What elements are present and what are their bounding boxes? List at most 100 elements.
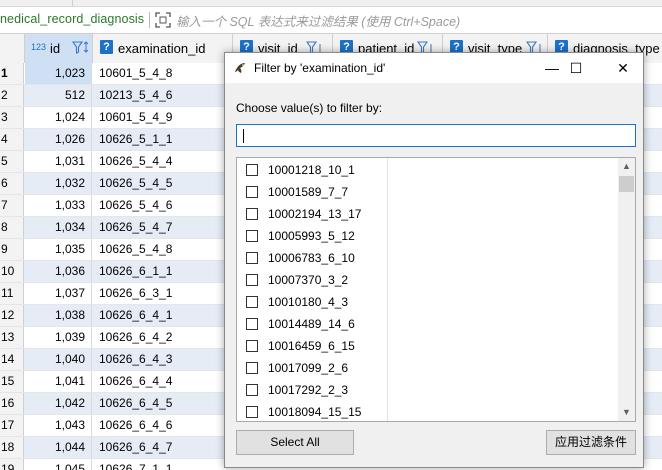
- filter-sort-icon[interactable]: [72, 41, 88, 55]
- value-option-label: 10002194_13_17: [268, 207, 362, 221]
- value-option-label: 10010180_4_3: [268, 295, 349, 309]
- row-number: 16: [0, 393, 24, 414]
- cell-id[interactable]: 1,043: [25, 415, 92, 436]
- cell-examination-id[interactable]: 10213_5_4_6: [93, 85, 233, 106]
- value-option-label: 10014489_14_6: [268, 317, 355, 331]
- apply-filter-button[interactable]: 应用过滤条件: [546, 430, 636, 455]
- cell-id[interactable]: 1,039: [25, 327, 92, 348]
- checkbox[interactable]: [246, 230, 258, 242]
- value-option-label: 10016459_6_15: [268, 339, 355, 353]
- list-column-divider: [387, 158, 388, 421]
- cell-id[interactable]: 1,042: [25, 393, 92, 414]
- select-all-button[interactable]: Select All: [236, 430, 354, 455]
- cell-examination-id[interactable]: 10626_6_4_5: [93, 393, 233, 414]
- value-option-label: 10007370_3_2: [268, 273, 349, 287]
- cell-examination-id[interactable]: 10626_5_4_6: [93, 195, 233, 216]
- expand-icon[interactable]: [155, 12, 171, 28]
- cell-examination-id[interactable]: 10626_7_1_1: [93, 459, 233, 470]
- cell-id[interactable]: 1,031: [25, 151, 92, 172]
- row-number: 2: [0, 85, 24, 106]
- value-option[interactable]: 10006783_6_10: [246, 248, 386, 270]
- close-button[interactable]: ✕: [600, 53, 646, 83]
- checkbox[interactable]: [246, 362, 258, 374]
- cell-examination-id[interactable]: 10626_6_4_3: [93, 349, 233, 370]
- cell-examination-id[interactable]: 10626_6_4_2: [93, 327, 233, 348]
- scroll-up-icon[interactable]: ▲: [618, 158, 635, 175]
- cell-examination-id[interactable]: 10626_5_4_7: [93, 217, 233, 238]
- cell-id[interactable]: 1,045: [25, 459, 92, 470]
- sql-filter-input[interactable]: 输入一个 SQL 表达式来过滤结果 (使用 Ctrl+Space): [176, 11, 460, 30]
- toolbar-separator: [149, 12, 150, 28]
- choose-values-label: Choose value(s) to filter by:: [236, 101, 383, 115]
- cell-id[interactable]: 1,033: [25, 195, 92, 216]
- column-header-examination-id[interactable]: ? examination_id: [93, 34, 233, 63]
- cell-examination-id[interactable]: 10626_5_4_4: [93, 151, 233, 172]
- cell-id[interactable]: 1,036: [25, 261, 92, 282]
- value-option[interactable]: 10001589_7_7: [246, 182, 386, 204]
- row-number: 1: [0, 63, 24, 84]
- value-option-label: 10001589_7_7: [268, 185, 349, 199]
- cell-examination-id[interactable]: 10626_6_4_1: [93, 305, 233, 326]
- cell-id[interactable]: 1,037: [25, 283, 92, 304]
- value-option-label: 10017292_2_3: [268, 383, 349, 397]
- value-option[interactable]: 10014489_14_6: [246, 314, 386, 336]
- filter-bar: nedical_record_diagnosis 输入一个 SQL 表达式来过滤…: [0, 7, 662, 34]
- checkbox[interactable]: [246, 252, 258, 264]
- value-option[interactable]: 10010180_4_3: [246, 292, 386, 314]
- value-option[interactable]: 10016459_6_15: [246, 336, 386, 358]
- checkbox[interactable]: [246, 208, 258, 220]
- column-header-label: id: [50, 41, 61, 56]
- cell-examination-id[interactable]: 10626_6_4_6: [93, 415, 233, 436]
- value-option[interactable]: 10002194_13_17: [246, 204, 386, 226]
- value-option[interactable]: 10005993_5_12: [246, 226, 386, 248]
- checkbox[interactable]: [246, 406, 258, 418]
- cell-examination-id[interactable]: 10626_6_4_7: [93, 437, 233, 458]
- cell-id[interactable]: 1,034: [25, 217, 92, 238]
- value-option[interactable]: 10017292_2_3: [246, 380, 386, 402]
- cell-id[interactable]: 1,026: [25, 129, 92, 150]
- checkbox[interactable]: [246, 186, 258, 198]
- editor-tab-strip: [0, 0, 662, 7]
- cell-examination-id[interactable]: 10601_5_4_8: [93, 63, 233, 84]
- value-search-input[interactable]: [236, 124, 636, 147]
- value-option[interactable]: 10007370_3_2: [246, 270, 386, 292]
- row-number: 17: [0, 415, 24, 436]
- checkbox[interactable]: [246, 274, 258, 286]
- checkbox[interactable]: [246, 164, 258, 176]
- scroll-thumb[interactable]: [619, 176, 634, 192]
- cell-examination-id[interactable]: 10626_5_4_8: [93, 239, 233, 260]
- cell-examination-id[interactable]: 10626_5_4_5: [93, 173, 233, 194]
- row-number: 8: [0, 217, 24, 238]
- table-name-label: nedical_record_diagnosis: [0, 12, 145, 26]
- number-type-icon: 123: [31, 42, 47, 52]
- cell-id[interactable]: 512: [25, 85, 92, 106]
- vertical-scrollbar[interactable]: ▲ ▼: [618, 158, 635, 421]
- cell-id[interactable]: 1,038: [25, 305, 92, 326]
- value-option[interactable]: 10001218_10_1: [246, 160, 386, 182]
- editor-tab[interactable]: [0, 0, 73, 6]
- column-header-id[interactable]: 123 id: [25, 34, 93, 63]
- cell-id[interactable]: 1,040: [25, 349, 92, 370]
- cell-examination-id[interactable]: 10626_6_1_1: [93, 261, 233, 282]
- scroll-down-icon[interactable]: ▼: [618, 404, 635, 421]
- maximize-button[interactable]: ☐: [553, 53, 599, 83]
- checkbox[interactable]: [246, 296, 258, 308]
- cell-id[interactable]: 1,032: [25, 173, 92, 194]
- cell-id[interactable]: 1,024: [25, 107, 92, 128]
- cell-examination-id[interactable]: 10626_5_1_1: [93, 129, 233, 150]
- cell-id[interactable]: 1,044: [25, 437, 92, 458]
- checkbox[interactable]: [246, 318, 258, 330]
- checkbox[interactable]: [246, 340, 258, 352]
- cell-examination-id[interactable]: 10626_6_4_4: [93, 371, 233, 392]
- cell-examination-id[interactable]: 10601_5_4_9: [93, 107, 233, 128]
- dialog-title-bar[interactable]: Filter by 'examination_id' — ☐ ✕: [225, 53, 643, 83]
- cell-id[interactable]: 1,023: [25, 63, 92, 84]
- cell-examination-id[interactable]: 10626_6_3_1: [93, 283, 233, 304]
- row-number: 15: [0, 371, 24, 392]
- value-option[interactable]: 10018094_15_15: [246, 402, 386, 421]
- value-option[interactable]: 10017099_2_6: [246, 358, 386, 380]
- cell-id[interactable]: 1,041: [25, 371, 92, 392]
- row-number: 6: [0, 173, 24, 194]
- cell-id[interactable]: 1,035: [25, 239, 92, 260]
- checkbox[interactable]: [246, 384, 258, 396]
